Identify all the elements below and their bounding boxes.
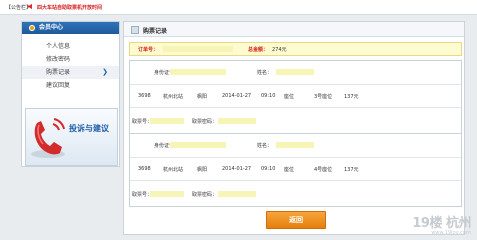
member-sidebar: 会员中心 个人信息 修改密码 购票记录 ❯ 建议回复 投诉与建议 bbox=[21, 21, 120, 167]
ticket-password-label: 取票密码： bbox=[192, 192, 218, 198]
purchase-records-panel: 购票记录 订单号： 总金额： 274元 身份证号： 姓名： 3698 杭州北站 … bbox=[123, 21, 465, 235]
seat-number: 3号座位 bbox=[314, 94, 333, 100]
page-title: 购票记录 bbox=[143, 28, 168, 35]
seat-number: 4号座位 bbox=[314, 167, 333, 173]
panel-header: 购票记录 bbox=[124, 22, 464, 37]
chevron-right-icon: ❯ bbox=[102, 68, 108, 76]
telephone-icon bbox=[31, 118, 65, 158]
passenger-row: 身份证号： 姓名： bbox=[130, 61, 461, 83]
complaint-label: 投诉与建议 bbox=[69, 124, 109, 133]
pickup-row: 取票号： 取票密码： bbox=[130, 180, 461, 206]
sidebar-title: 会员中心 bbox=[39, 24, 64, 31]
ticket-price: 137元 bbox=[344, 167, 359, 173]
departure-time: 09:10 bbox=[261, 166, 276, 172]
sidebar-item-label: 建议回复 bbox=[46, 82, 71, 89]
ticket-number-label: 取票号： bbox=[132, 119, 153, 125]
sidebar-item-purchase-records[interactable]: 购票记录 ❯ bbox=[22, 66, 119, 79]
ticket-card: 身份证号： 姓名： 3698 杭州北站 枫阳 2014-01-27 09:10 … bbox=[129, 133, 462, 207]
departure-time: 09:10 bbox=[261, 93, 276, 99]
total-amount-label: 总金额： bbox=[248, 47, 269, 53]
arrival-station: 枫阳 bbox=[197, 167, 208, 173]
seat-type: 座位 bbox=[284, 167, 295, 173]
travel-date: 2014-01-27 bbox=[222, 166, 252, 172]
ticket-number-value bbox=[150, 118, 184, 124]
sidebar-item-label: 个人信息 bbox=[46, 43, 71, 50]
site-watermark: 19楼 杭州 www.19lou.com bbox=[412, 217, 471, 236]
id-number-value bbox=[170, 142, 226, 148]
ticket-price: 137元 bbox=[344, 94, 359, 100]
travel-date: 2014-01-27 bbox=[222, 93, 252, 99]
name-value bbox=[276, 69, 314, 75]
sidebar-item-change-password[interactable]: 修改密码 bbox=[22, 53, 119, 66]
total-amount-value: 274元 bbox=[272, 47, 287, 53]
notice-bar: 【公告栏】 四大车站自助取票机开放时间 bbox=[0, 0, 477, 15]
notice-link[interactable]: 四大车站自助取票机开放时间 bbox=[37, 4, 102, 11]
sidebar-item-profile[interactable]: 个人信息 bbox=[22, 40, 119, 53]
order-summary: 订单号： 总金额： 274元 bbox=[129, 42, 462, 56]
name-label: 姓名： bbox=[257, 143, 273, 149]
departure-station: 杭州北站 bbox=[163, 94, 184, 100]
ticket-password-value bbox=[218, 191, 256, 197]
trip-row: 3698 杭州北站 枫阳 2014-01-27 09:10 座位 4号座位 13… bbox=[130, 157, 461, 180]
name-value bbox=[276, 142, 314, 148]
ticket-password-value bbox=[218, 118, 256, 124]
order-number-label: 订单号： bbox=[138, 47, 159, 53]
back-button[interactable]: 返回 bbox=[266, 211, 326, 229]
sidebar-item-suggestion-replies[interactable]: 建议回复 bbox=[22, 79, 119, 92]
seat-type: 座位 bbox=[284, 94, 295, 100]
member-center-icon bbox=[29, 25, 35, 31]
sidebar-item-label: 购票记录 bbox=[46, 69, 71, 76]
ticket-number-value bbox=[150, 191, 184, 197]
arrival-station: 枫阳 bbox=[197, 94, 208, 100]
order-number-value bbox=[163, 46, 233, 52]
id-number-value bbox=[170, 69, 226, 75]
speaker-icon bbox=[27, 3, 32, 10]
name-label: 姓名： bbox=[257, 70, 273, 76]
train-number: 3698 bbox=[138, 166, 151, 172]
passenger-row: 身份证号： 姓名： bbox=[130, 134, 461, 156]
sidebar-item-label: 修改密码 bbox=[46, 56, 71, 63]
ticket-number-label: 取票号： bbox=[132, 192, 153, 198]
sidebar-header: 会员中心 bbox=[22, 22, 119, 34]
pickup-row: 取票号： 取票密码： bbox=[130, 107, 461, 133]
ticket-card: 身份证号： 姓名： 3698 杭州北站 枫阳 2014-01-27 09:10 … bbox=[129, 60, 462, 134]
ticket-password-label: 取票密码： bbox=[192, 119, 218, 125]
complaint-banner[interactable]: 投诉与建议 bbox=[25, 108, 118, 166]
records-icon bbox=[131, 26, 139, 34]
departure-station: 杭州北站 bbox=[163, 167, 184, 173]
watermark-logo-text: 19楼 杭州 bbox=[412, 216, 471, 231]
trip-row: 3698 杭州北站 枫阳 2014-01-27 09:10 座位 3号座位 13… bbox=[130, 84, 461, 107]
train-number: 3698 bbox=[138, 93, 151, 99]
